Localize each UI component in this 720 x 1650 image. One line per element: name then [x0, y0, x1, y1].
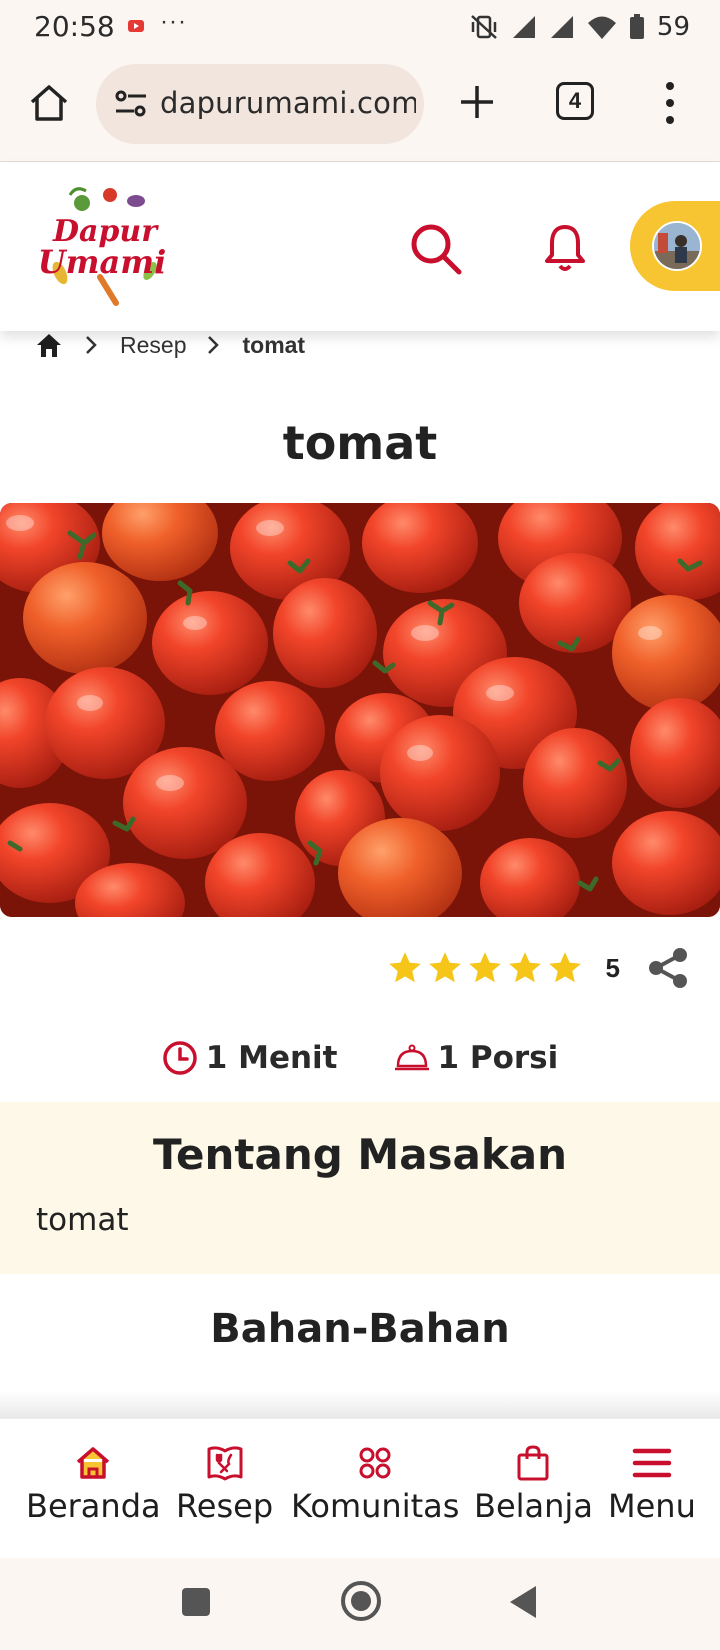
- serving-dish-icon: [394, 1044, 429, 1071]
- vibrate-off-icon: [471, 15, 497, 39]
- about-text: tomat: [36, 1202, 129, 1238]
- chevron-right-icon: [86, 336, 97, 354]
- nav-label-belanja: Belanja: [474, 1487, 593, 1525]
- nav-label-menu: Menu: [608, 1487, 696, 1525]
- nav-beranda[interactable]: Beranda: [26, 1443, 161, 1525]
- community-grid-icon: [359, 1447, 391, 1479]
- cook-time-value: 1 Menit: [205, 1040, 338, 1076]
- nav-komunitas[interactable]: Komunitas: [291, 1443, 459, 1525]
- address-bar[interactable]: dapurumami.com: [96, 64, 424, 144]
- profile-button[interactable]: [630, 201, 720, 291]
- rating-row: 5: [386, 946, 690, 990]
- new-tab-icon[interactable]: [455, 80, 499, 124]
- recipe-meta: 1 Menit 1 Porsi: [0, 1040, 720, 1076]
- star-icon: [548, 952, 581, 983]
- nav-belanja[interactable]: Belanja: [474, 1443, 593, 1525]
- portions-value: 1 Porsi: [437, 1040, 559, 1076]
- breadcrumb: Resep tomat: [34, 330, 305, 360]
- scroll-shadow: [0, 1390, 720, 1418]
- wifi-icon: [587, 16, 616, 39]
- notification-bell-icon[interactable]: [542, 223, 588, 273]
- share-icon[interactable]: [646, 946, 690, 990]
- star-icon: [468, 952, 501, 983]
- status-time: 20:58: [34, 10, 115, 43]
- star-icon: [428, 952, 461, 983]
- breadcrumb-item-resep[interactable]: Resep: [120, 332, 186, 359]
- rating-value: 5: [605, 952, 620, 983]
- nav-label-resep: Resep: [176, 1487, 274, 1525]
- tab-switcher-button[interactable]: 4: [556, 82, 594, 120]
- bottom-navigation: Beranda Resep Komunitas Belanja Menu: [0, 1418, 720, 1558]
- nav-label-beranda: Beranda: [26, 1487, 161, 1525]
- recipe-book-icon: [207, 1446, 243, 1481]
- more-notifications-icon: ···: [160, 8, 187, 35]
- logo-text-umami: Umami: [40, 243, 166, 281]
- search-icon[interactable]: [408, 221, 464, 277]
- home-nav-icon: [77, 1447, 110, 1479]
- url-text: dapurumami.com: [160, 86, 416, 120]
- star-icon: [508, 952, 541, 983]
- page-title: tomat: [282, 416, 438, 470]
- recents-button[interactable]: [182, 1588, 210, 1616]
- back-icon[interactable]: [508, 1584, 538, 1620]
- nav-resep[interactable]: Resep: [176, 1443, 273, 1525]
- cook-time: 1 Menit: [162, 1040, 338, 1076]
- nav-menu[interactable]: Menu: [608, 1443, 696, 1525]
- youtube-notification-icon: [128, 20, 144, 32]
- shopping-bag-icon: [517, 1445, 549, 1481]
- site-settings-icon[interactable]: [114, 88, 148, 120]
- nav-label-komunitas: Komunitas: [291, 1487, 460, 1525]
- battery-level: 59: [656, 12, 690, 42]
- battery-icon: [629, 14, 644, 39]
- signal-2-icon: [550, 16, 573, 38]
- ingredients-title: Bahan-Bahan: [210, 1306, 510, 1352]
- home-icon[interactable]: [28, 82, 70, 124]
- tomatoes-photo: [0, 503, 720, 917]
- star-icon: [388, 952, 421, 983]
- rating-stars[interactable]: [386, 949, 584, 987]
- about-title: Tentang Masakan: [152, 1130, 568, 1179]
- site-header: Dapur Umami: [0, 163, 720, 331]
- avatar-photo: [654, 223, 700, 269]
- system-navigation-bar: [0, 1558, 720, 1650]
- status-bar: 20:58 ··· 59: [0, 0, 720, 54]
- signal-icon: [512, 16, 535, 38]
- breadcrumb-item-current: tomat: [242, 331, 306, 358]
- browser-toolbar: dapurumami.com 4: [0, 54, 720, 162]
- recipe-hero-image: [0, 503, 720, 917]
- portions: 1 Porsi: [394, 1040, 559, 1076]
- about-section: Tentang Masakan tomat: [0, 1102, 720, 1274]
- hamburger-menu-icon: [632, 1448, 672, 1478]
- home-system-button[interactable]: [341, 1581, 381, 1621]
- avatar: [652, 221, 702, 271]
- home-breadcrumb-icon[interactable]: [34, 331, 64, 359]
- dapur-umami-logo[interactable]: Dapur Umami: [40, 181, 170, 309]
- more-options-icon[interactable]: [660, 80, 680, 126]
- clock-icon: [163, 1041, 197, 1075]
- chevron-right-icon: [208, 336, 220, 354]
